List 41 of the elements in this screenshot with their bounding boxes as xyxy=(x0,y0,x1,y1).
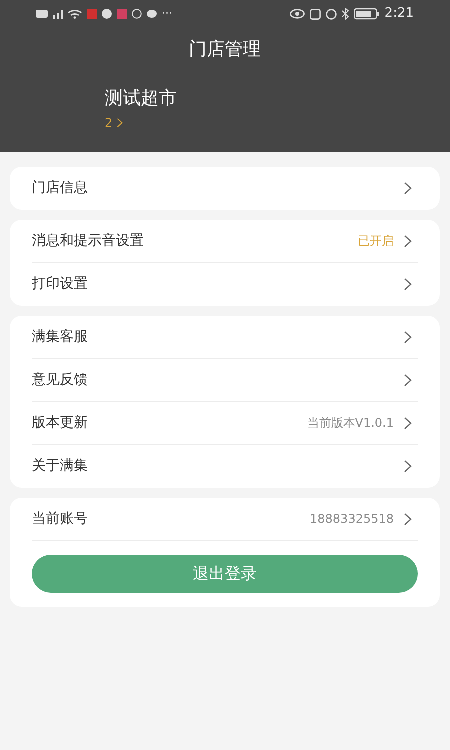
battery-icon xyxy=(354,8,380,20)
store-name: 测试超市 xyxy=(105,87,177,111)
settings-row[interactable]: 当前账号 18883325518 xyxy=(32,498,418,541)
store-count-link[interactable]: 2 xyxy=(105,114,123,132)
row-label: 当前账号 xyxy=(32,510,88,528)
circle-icon xyxy=(102,9,112,19)
settings-row[interactable]: 打印设置 xyxy=(32,263,418,306)
circle-icon xyxy=(132,9,142,19)
row-label: 消息和提示音设置 xyxy=(32,232,144,250)
settings-row[interactable]: 门店信息 xyxy=(32,167,418,210)
row-label: 打印设置 xyxy=(32,275,88,294)
settings-row[interactable]: 意见反馈 xyxy=(32,359,418,402)
chevron-right-icon xyxy=(404,234,412,248)
settings-row[interactable]: 消息和提示音设置 已开启 xyxy=(32,220,418,263)
settings-row[interactable]: 满集客服 xyxy=(32,316,418,359)
row-value: 已开启 xyxy=(358,233,394,250)
bluetooth-icon xyxy=(342,8,349,20)
chevron-right-icon xyxy=(404,374,412,386)
chevron-right-icon xyxy=(116,118,123,128)
row-label: 意见反馈 xyxy=(32,370,88,390)
wifi-icon xyxy=(68,9,82,19)
signal-icon xyxy=(53,10,63,18)
chevron-right-icon xyxy=(404,278,412,291)
page-title: 门店管理 xyxy=(188,38,262,62)
chevron-right-icon xyxy=(404,330,412,344)
row-value: 当前版本V1.0.1 xyxy=(307,415,394,432)
chevron-right-icon xyxy=(404,512,412,526)
row-label: 门店信息 xyxy=(32,179,88,198)
status-time: 2:21 xyxy=(384,5,414,24)
chevron-right-icon xyxy=(404,416,412,430)
chevron-right-icon xyxy=(404,460,412,473)
status-overflow: ··· xyxy=(162,6,172,22)
row-label: 满集客服 xyxy=(32,328,88,346)
settings-row[interactable]: 关于满集 xyxy=(32,445,418,488)
chat-bubble-icon xyxy=(147,10,157,18)
row-label: 版本更新 xyxy=(32,414,88,432)
row-label: 关于满集 xyxy=(32,457,88,476)
settings-row[interactable]: 版本更新 当前版本V1.0.1 xyxy=(32,402,418,445)
eye-icon xyxy=(290,9,305,19)
chevron-right-icon xyxy=(404,182,412,195)
row-value: 18883325518 xyxy=(310,511,394,528)
